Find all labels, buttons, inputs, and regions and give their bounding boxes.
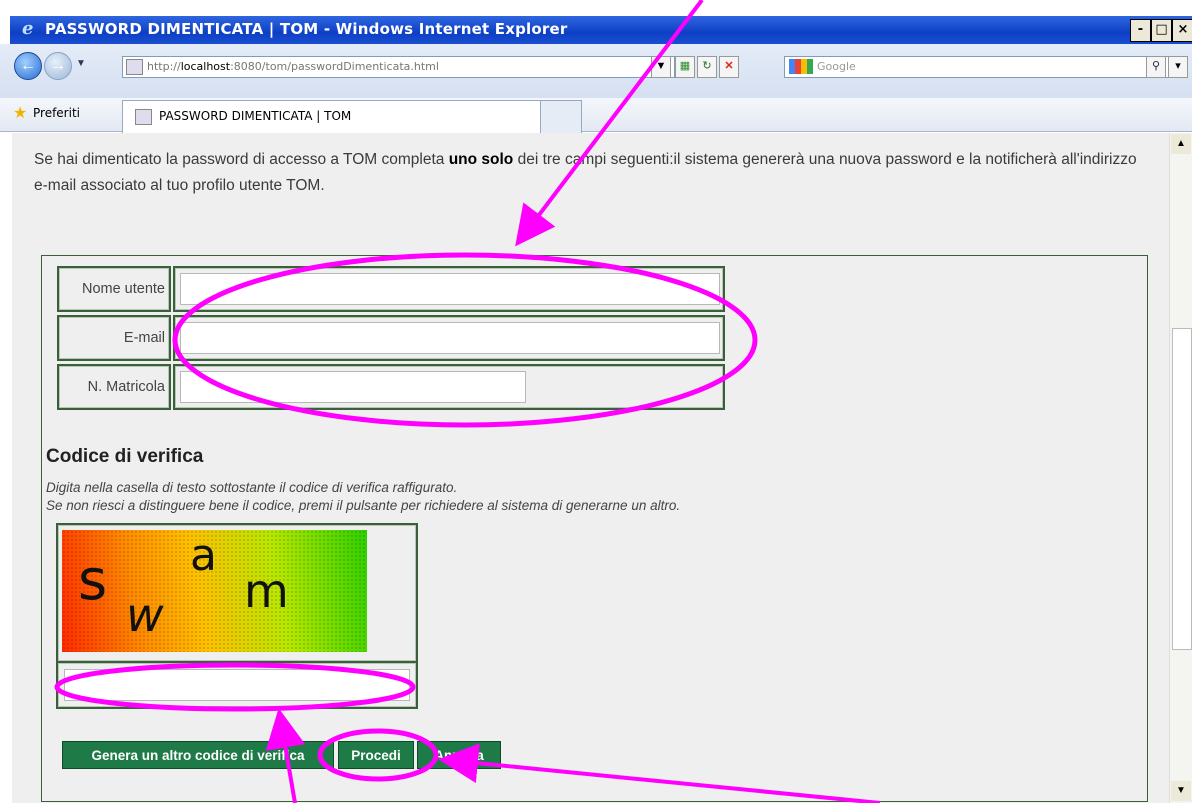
search-icon[interactable]: ⚲ [1146, 56, 1166, 78]
tab-title: PASSWORD DIMENTICATA | TOM [159, 109, 352, 123]
ie-logo-icon: e [22, 18, 34, 39]
minimize-button[interactable]: - [1130, 19, 1151, 42]
intro-text: Se hai dimenticato la password di access… [34, 147, 1144, 199]
back-button[interactable]: ← [14, 52, 42, 80]
navigation-bar: ← → ▼ http://localhost:8080/tom/password… [0, 44, 1192, 104]
new-tab-button[interactable] [540, 100, 582, 134]
address-prefix: http:// [147, 60, 181, 73]
intro-part1: Se hai dimenticato la password di access… [34, 151, 449, 168]
matricola-cell [173, 364, 725, 410]
window-title: PASSWORD DIMENTICATA | TOM - Windows Int… [45, 20, 568, 38]
captcha-char-2: w [126, 588, 164, 642]
google-logo-icon [789, 59, 813, 74]
vertical-scrollbar[interactable]: ▲ ▼ [1169, 133, 1192, 803]
window-titlebar: e PASSWORD DIMENTICATA | TOM - Windows I… [0, 0, 1192, 44]
captcha-input-cell [56, 661, 418, 709]
search-options-icon[interactable]: ▾ [1168, 56, 1188, 78]
email-label: E-mail [57, 315, 171, 361]
captcha-title: Codice di verifica [46, 446, 204, 467]
username-input[interactable] [180, 273, 720, 305]
favorites-bar: ★ Preferiti PASSWORD DIMENTICATA | TOM [0, 98, 1192, 134]
address-path: :8080/tom/passwordDimenticata.html [230, 60, 439, 73]
history-dropdown-icon[interactable]: ▼ [76, 58, 86, 69]
regenerate-captcha-button[interactable]: Genera un altro codice di verifica [62, 741, 334, 769]
search-placeholder: Google [817, 60, 856, 73]
tab-favicon-icon [135, 109, 152, 125]
scroll-down-icon[interactable]: ▼ [1171, 781, 1191, 801]
address-dropdown-icon[interactable]: ▼ [651, 56, 671, 78]
scroll-thumb[interactable] [1172, 328, 1192, 650]
proceed-button[interactable]: Procedi [338, 741, 414, 769]
forward-button[interactable]: → [44, 52, 72, 80]
refresh-icon[interactable]: ↻ [697, 56, 717, 78]
email-input[interactable] [180, 322, 720, 354]
email-cell [173, 315, 725, 361]
captcha-char-3: a [190, 530, 217, 581]
captcha-desc-line1: Digita nella casella di testo sottostant… [46, 480, 458, 495]
search-input[interactable]: Google [784, 56, 1172, 78]
captcha-image: s w a m [62, 530, 367, 652]
favorites-label[interactable]: Preferiti [33, 106, 80, 120]
page-content: Se hai dimenticato la password di access… [12, 133, 1169, 803]
matricola-label: N. Matricola [57, 364, 171, 410]
captcha-desc-line2: Se non riesci a distinguere bene il codi… [46, 498, 681, 513]
compatibility-icon[interactable]: ▦ [675, 56, 695, 78]
address-host: localhost [180, 60, 231, 73]
username-label: Nome utente [57, 266, 171, 312]
matricola-input[interactable] [180, 371, 526, 403]
favorites-star-icon[interactable]: ★ [13, 106, 27, 122]
address-bar[interactable]: http://localhost:8080/tom/passwordDiment… [122, 56, 675, 78]
captcha-char-1: s [78, 548, 108, 613]
captcha-char-4: m [244, 564, 289, 618]
cancel-button[interactable]: Annulla [417, 741, 501, 769]
username-cell [173, 266, 725, 312]
captcha-input[interactable] [64, 669, 410, 701]
captcha-description: Digita nella casella di testo sottostant… [46, 479, 680, 515]
tab-active[interactable]: PASSWORD DIMENTICATA | TOM [122, 100, 578, 133]
close-button[interactable]: × [1172, 19, 1192, 42]
page-favicon-icon [126, 59, 143, 75]
intro-bold: uno solo [448, 151, 514, 168]
stop-icon[interactable]: ✕ [719, 56, 739, 78]
maximize-button[interactable]: □ [1151, 19, 1172, 42]
scroll-up-icon[interactable]: ▲ [1171, 134, 1191, 154]
